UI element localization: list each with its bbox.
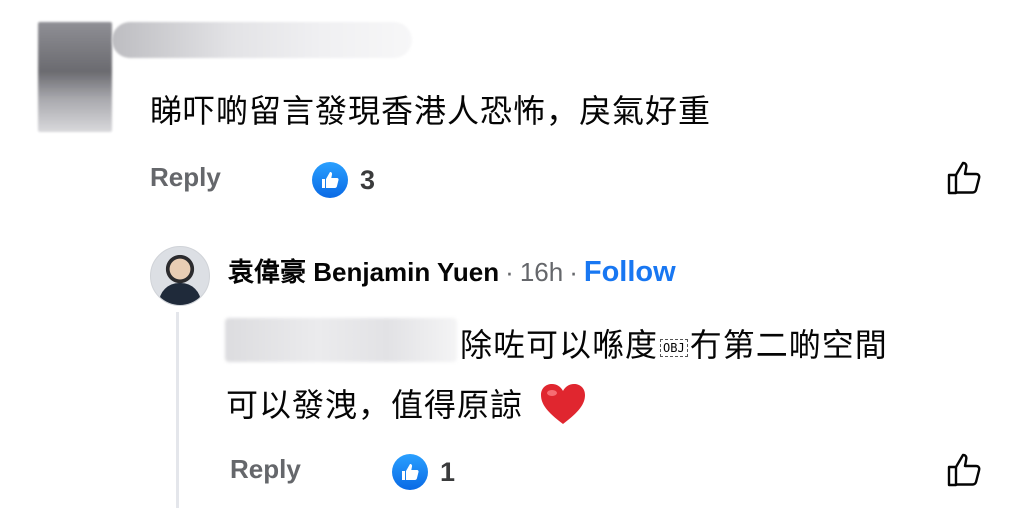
timestamp[interactable]: 16h	[520, 257, 563, 288]
censored-avatar	[38, 22, 112, 132]
reply-header: 袁偉豪 Benjamin Yuen · 16h · Follow	[228, 252, 676, 289]
thumbs-up-outline-icon[interactable]	[944, 158, 984, 198]
thumbs-up-outline-icon[interactable]	[944, 450, 984, 490]
avatar[interactable]	[150, 246, 210, 306]
separator-dot: ·	[505, 257, 514, 287]
reply-text-line1: 除咗可以喺度 OBJ 冇第二啲空間	[460, 320, 888, 366]
reply-text-start: 除咗可以喺度	[460, 327, 659, 363]
comment-text: 睇吓啲留言發現香港人恐怖，戾氣好重	[150, 93, 712, 129]
thumbs-up-icon	[312, 162, 348, 198]
reply-text-line2: 可以發洩，值得原諒	[226, 380, 587, 434]
censored-mention	[225, 318, 457, 362]
reply-text-end: 冇第二啲空間	[689, 327, 888, 363]
follow-button[interactable]: Follow	[584, 256, 676, 289]
reply-button[interactable]: Reply	[230, 454, 301, 485]
object-placeholder: OBJ	[660, 338, 688, 357]
author-name[interactable]: 袁偉豪 Benjamin Yuen	[228, 252, 499, 289]
thumbs-up-icon	[392, 454, 428, 490]
separator-dot: ·	[569, 257, 578, 287]
heart-icon	[539, 382, 587, 434]
reaction-count[interactable]: 1	[440, 457, 455, 488]
reply-button[interactable]: Reply	[150, 162, 221, 193]
reaction-count[interactable]: 3	[360, 165, 375, 196]
thread-line	[176, 312, 179, 508]
censored-name	[112, 22, 412, 58]
reply-text-line2-content: 可以發洩，值得原諒	[226, 387, 524, 423]
